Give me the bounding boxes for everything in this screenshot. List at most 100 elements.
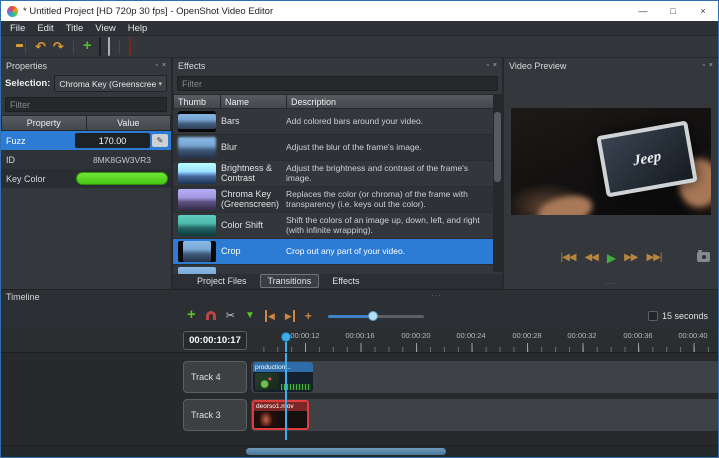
maximize-button[interactable]: □	[658, 1, 688, 21]
menu-title[interactable]: Title	[60, 23, 90, 34]
timeline-toolbar: + ✂ ▼ ◀ ▶ + 15 seconds	[1, 303, 718, 329]
zoom-slider-handle[interactable]	[368, 311, 378, 321]
effect-row-partial[interactable]	[173, 265, 502, 274]
import-files-button[interactable]: +	[83, 39, 92, 52]
redo-button[interactable]: ↷	[53, 41, 64, 53]
clip-production[interactable]: production...	[253, 362, 313, 392]
tablet-screen: Jeep	[601, 125, 693, 193]
effects-scrollbar-thumb[interactable]	[494, 112, 501, 182]
timeline-panel: Timeline ··· + ✂ ▼ ◀ ▶ + 15 seconds 00:0…	[1, 289, 718, 457]
timeline-scrollbar[interactable]	[1, 445, 718, 457]
effect-row-chroma-key[interactable]: Chroma Key (Greenscreen) Replaces the co…	[173, 187, 502, 213]
effect-name: Brightness & Contrast	[221, 164, 283, 184]
effect-row-crop[interactable]: Crop Crop out any part of your video.	[173, 239, 502, 265]
titlebar: * Untitled Project [HD 720p 30 fps] - Op…	[1, 1, 718, 21]
fifteen-seconds-checkbox[interactable]	[648, 311, 658, 321]
snapping-button[interactable]	[206, 307, 216, 325]
clip-label: deorso1.mov	[254, 402, 307, 411]
export-video-button[interactable]	[129, 38, 131, 56]
effect-row-bars[interactable]: Bars Add colored bars around your video.	[173, 109, 502, 135]
clip-deorso1[interactable]: deorso1.mov	[252, 400, 309, 430]
video-scene: Jeep	[511, 108, 711, 215]
float-panel-icon[interactable]: ▫	[486, 62, 488, 69]
splitter-handle[interactable]: ···	[431, 291, 442, 300]
playhead-line[interactable]	[285, 353, 287, 440]
app-window: * Untitled Project [HD 720p 30 fps] - Op…	[0, 0, 719, 458]
previous-marker-button[interactable]: ◀	[265, 310, 275, 322]
close-panel-icon[interactable]: ×	[162, 62, 166, 69]
property-row-fuzz[interactable]: Fuzz 170.00 ✎	[1, 131, 171, 150]
menu-view[interactable]: View	[89, 23, 121, 34]
effect-thumbnail	[178, 215, 216, 236]
hand-shape	[534, 191, 595, 215]
property-row-id[interactable]: ID 8MK8GW3VR3	[1, 150, 171, 169]
float-panel-icon[interactable]: ▫	[155, 62, 157, 69]
main-area: Properties ▫ × Selection: Chroma Key (Gr…	[1, 58, 718, 289]
save-frame-camera-icon[interactable]	[697, 252, 710, 262]
clip-thumbnail	[255, 412, 277, 426]
effects-panel: Effects ▫ × Thumb Name Description Bars …	[173, 58, 504, 289]
play-button[interactable]: ▶	[607, 253, 615, 263]
effect-name: Color Shift	[221, 221, 283, 231]
effects-scrollbar[interactable]	[493, 94, 502, 272]
rewind-button[interactable]: ◀◀	[584, 253, 597, 263]
timeline-ruler[interactable]: 00:00:10:17 00:00:12 00:00:16 00:00:20 0…	[1, 329, 718, 353]
tab-transitions[interactable]: Transitions	[260, 274, 320, 288]
jump-to-end-button[interactable]: ▶▶|	[647, 253, 662, 263]
properties-table: Property Value Fuzz 170.00 ✎ ID 8MK8GW3V…	[1, 115, 171, 188]
property-name: Key Color	[1, 174, 73, 184]
clip-body	[253, 372, 313, 392]
track-4-label[interactable]: Track 4	[183, 361, 247, 393]
menu-file[interactable]: File	[4, 23, 31, 34]
ruler-label: 00:00:16	[338, 331, 382, 340]
close-button[interactable]: ×	[688, 1, 718, 21]
choose-profile-button[interactable]	[99, 38, 101, 56]
selection-dropdown[interactable]: Chroma Key (Greenscreen) ▾	[54, 75, 167, 92]
undo-button[interactable]: ↶	[35, 41, 46, 53]
splitter-handle[interactable]: ···	[606, 279, 617, 288]
menu-edit[interactable]: Edit	[31, 23, 59, 34]
video-frame[interactable]: Jeep	[511, 108, 711, 215]
property-row-key-color[interactable]: Key Color	[1, 169, 171, 188]
track-3-label[interactable]: Track 3	[183, 399, 247, 431]
tab-effects[interactable]: Effects	[324, 274, 367, 288]
property-name: Fuzz	[1, 136, 73, 146]
effect-row-brightness-contrast[interactable]: Brightness & Contrast Adjust the brightn…	[173, 161, 502, 187]
export-video-icon	[129, 37, 131, 56]
effects-filter-input[interactable]	[177, 76, 498, 91]
add-track-button[interactable]: +	[187, 309, 196, 321]
edit-value-button[interactable]: ✎	[152, 134, 168, 147]
tab-project-files[interactable]: Project Files	[189, 274, 255, 288]
main-toolbar: ↶ ↷ +	[1, 36, 718, 58]
key-color-swatch[interactable]	[76, 172, 168, 185]
fullscreen-button[interactable]	[108, 38, 110, 56]
effect-thumbnail	[178, 241, 216, 262]
close-panel-icon[interactable]: ×	[709, 62, 713, 69]
center-playhead-button[interactable]: +	[305, 310, 312, 322]
effect-thumbnail	[178, 267, 216, 274]
effect-row-blur[interactable]: Blur Adjust the blur of the frame's imag…	[173, 135, 502, 161]
menu-help[interactable]: Help	[122, 23, 154, 34]
razor-button[interactable]: ✂	[226, 310, 235, 322]
effect-description: Add colored bars around your video.	[283, 117, 492, 127]
window-title: * Untitled Project [HD 720p 30 fps] - Op…	[23, 6, 628, 17]
track-4-lane[interactable]	[251, 361, 718, 393]
close-panel-icon[interactable]: ×	[493, 62, 497, 69]
properties-filter-input[interactable]	[5, 97, 167, 112]
next-marker-button[interactable]: ▶	[285, 310, 295, 322]
add-marker-button[interactable]: ▼	[245, 310, 255, 322]
jump-to-start-button[interactable]: |◀◀	[561, 253, 576, 263]
float-panel-icon[interactable]: ▫	[702, 62, 704, 69]
timeline-scrollbar-thumb[interactable]	[246, 448, 446, 455]
playhead-handle[interactable]	[281, 332, 291, 342]
effect-row-color-shift[interactable]: Color Shift Shift the colors of an image…	[173, 213, 502, 239]
fast-forward-button[interactable]: ▶▶	[624, 253, 637, 263]
minimize-button[interactable]: —	[628, 1, 658, 21]
properties-table-header: Property Value	[1, 115, 171, 131]
effect-thumbnail	[178, 189, 216, 210]
track-3-lane[interactable]	[251, 399, 718, 431]
zoom-slider[interactable]	[328, 315, 424, 318]
fuzz-value-field[interactable]: 170.00	[75, 133, 150, 148]
clip-label: production...	[253, 362, 313, 372]
toolbar-separator	[25, 40, 26, 54]
